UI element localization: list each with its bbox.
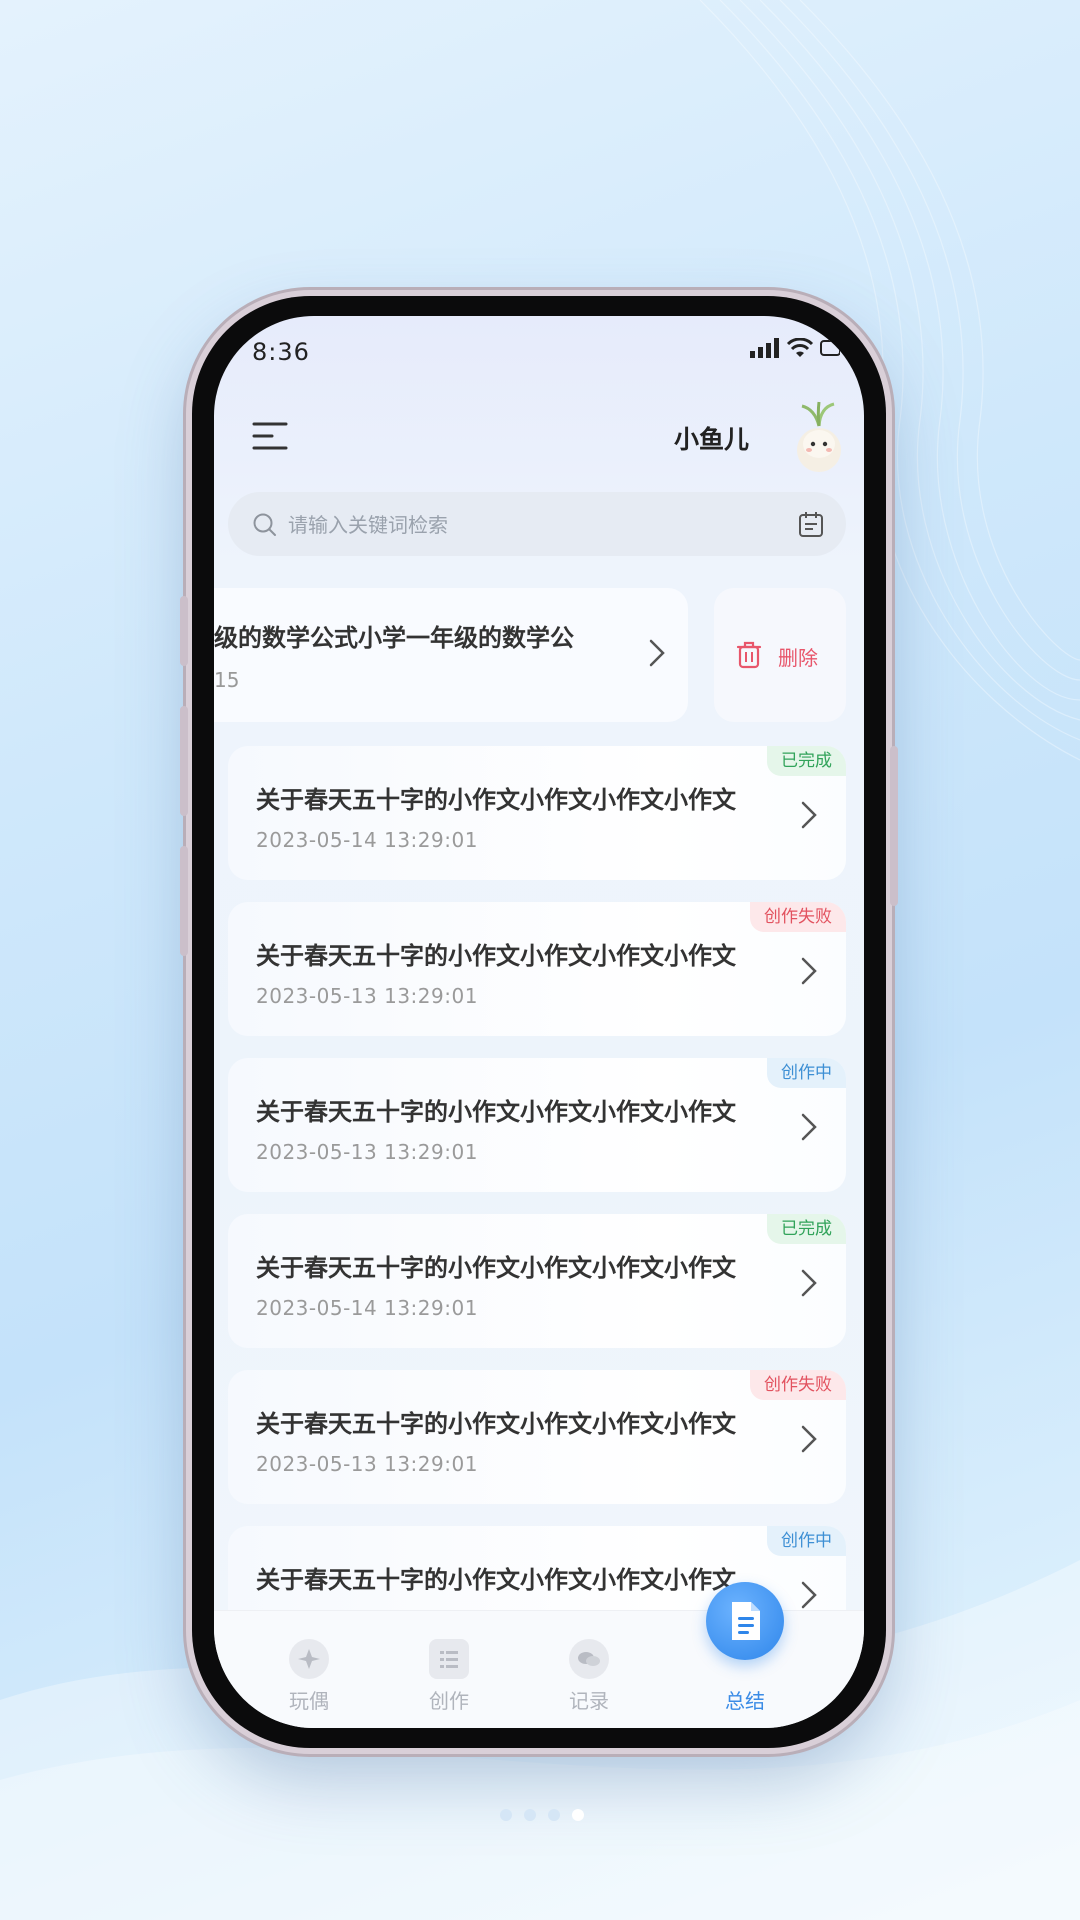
menu-icon — [252, 422, 288, 450]
swiped-item-title: 级的数学公式小学一年级的数学公 — [214, 624, 574, 652]
volume-down-button — [180, 846, 188, 956]
volume-up-button — [180, 706, 188, 816]
signal-icon — [750, 338, 779, 358]
sprout-icon — [801, 401, 835, 427]
chevron-right-icon — [649, 639, 665, 667]
chevron-right-icon — [801, 1425, 817, 1453]
wifi-icon — [786, 338, 814, 357]
item-title: 关于春天五十字的小作文小作文小作文小作文 — [256, 1566, 736, 1594]
page-dot-active[interactable] — [572, 1809, 584, 1821]
delete-button[interactable]: 删除 — [714, 588, 846, 722]
search-input[interactable] — [286, 502, 770, 548]
item-title: 关于春天五十字的小作文小作文小作文小作文 — [256, 1254, 736, 1282]
list-item[interactable]: 关于春天五十字的小作文小作文小作文小作文 2023-05-14 13:29:01 已… — [228, 746, 846, 880]
chevron-right-icon — [801, 1113, 817, 1141]
list-item[interactable]: 关于春天五十字的小作文小作文小作文小作文 2023-05-13 13:29:01 创… — [228, 1058, 846, 1192]
item-title: 关于春天五十字的小作文小作文小作文小作文 — [256, 786, 736, 814]
item-date: 2023-05-13 13:29:01 — [256, 1452, 478, 1476]
search-bar[interactable] — [228, 492, 846, 556]
page-dot[interactable] — [500, 1809, 512, 1821]
trash-icon — [736, 641, 762, 669]
phone-frame: 8:36 小鱼儿 请输入关键词检索 级的数学公式小学一年级的数学公 15 删除 … — [180, 296, 898, 1748]
tab-doll[interactable]: 玩偶 — [264, 1625, 354, 1715]
tab-label: 总结 — [725, 1689, 765, 1713]
chevron-right-icon — [801, 1269, 817, 1297]
item-title: 关于春天五十字的小作文小作文小作文小作文 — [256, 1098, 736, 1126]
list-item[interactable]: 关于春天五十字的小作文小作文小作文小作文 2023-05-13 13:29:01 创… — [228, 902, 846, 1036]
menu-button[interactable] — [250, 416, 290, 456]
status-badge: 创作中 — [767, 1526, 846, 1556]
status-badge: 创作失败 — [750, 902, 846, 932]
status-badge: 创作中 — [767, 1058, 846, 1088]
status-icons — [750, 338, 840, 358]
status-badge: 已完成 — [767, 746, 846, 776]
list-item[interactable]: 关于春天五十字的小作文小作文小作文小作文 2023-05-14 13:29:01 已… — [228, 1214, 846, 1348]
chevron-right-icon — [801, 801, 817, 829]
tab-label: 记录 — [569, 1689, 609, 1713]
page-indicator — [500, 1809, 584, 1821]
search-icon — [253, 513, 276, 536]
list-item[interactable]: 关于春天五十字的小作文小作文小作文小作文 2023-05-13 13:29:01 创… — [228, 1370, 846, 1504]
status-badge: 已完成 — [767, 1214, 846, 1244]
page-dot[interactable] — [548, 1809, 560, 1821]
mute-button — [180, 596, 188, 666]
app-screen: 8:36 小鱼儿 请输入关键词检索 级的数学公式小学一年级的数学公 15 删除 … — [214, 316, 864, 1728]
delete-label: 删除 — [778, 646, 818, 670]
battery-icon — [820, 340, 840, 356]
doll-icon — [289, 1639, 329, 1679]
username: 小鱼儿 — [674, 425, 750, 454]
status-badge: 创作失败 — [750, 1370, 846, 1400]
swiped-list-item[interactable]: 级的数学公式小学一年级的数学公 15 — [214, 588, 688, 722]
item-date: 2023-05-14 13:29:01 — [256, 828, 478, 852]
tab-label: 创作 — [429, 1689, 469, 1713]
list-icon — [429, 1639, 469, 1679]
item-date: 2023-05-14 13:29:01 — [256, 1296, 478, 1320]
swiped-item-date: 15 — [214, 668, 240, 692]
item-title: 关于春天五十字的小作文小作文小作文小作文 — [256, 1410, 736, 1438]
summary-fab-button[interactable] — [706, 1582, 784, 1660]
chevron-right-icon — [801, 957, 817, 985]
calendar-icon[interactable] — [798, 510, 824, 538]
record-list: 关于春天五十字的小作文小作文小作文小作文 2023-05-14 13:29:01 已… — [228, 746, 846, 1682]
chevron-right-icon — [801, 1581, 817, 1609]
document-icon — [732, 1602, 760, 1640]
avatar[interactable] — [788, 400, 850, 474]
status-bar: 8:36 — [214, 316, 864, 372]
power-button — [890, 746, 898, 906]
tab-label: 玩偶 — [289, 1689, 329, 1713]
item-title: 关于春天五十字的小作文小作文小作文小作文 — [256, 942, 736, 970]
status-time: 8:36 — [252, 338, 310, 366]
tab-record[interactable]: 记录 — [544, 1625, 634, 1715]
item-date: 2023-05-13 13:29:01 — [256, 984, 478, 1008]
tab-create[interactable]: 创作 — [404, 1625, 494, 1715]
item-date: 2023-05-13 13:29:01 — [256, 1140, 478, 1164]
chat-icon — [569, 1639, 609, 1679]
page-dot[interactable] — [524, 1809, 536, 1821]
